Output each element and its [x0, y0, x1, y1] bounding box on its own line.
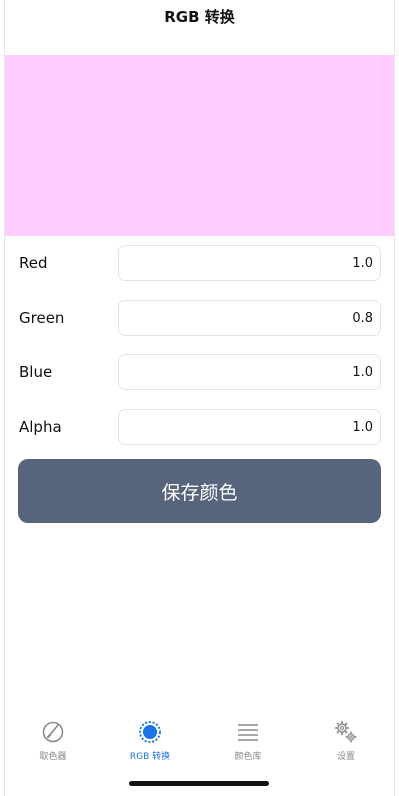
tab-label-settings: 设置 [336, 752, 355, 762]
tab-bar: 取色器 RGB 转换 颜色库 设置 [0, 716, 399, 766]
alpha-input[interactable] [118, 409, 381, 445]
tab-label-color-library: 颜色库 [234, 752, 262, 762]
red-input[interactable] [118, 245, 381, 281]
tab-color-library[interactable]: 颜色库 [213, 716, 283, 766]
tab-label-rgb-convert: RGB 转换 [129, 752, 171, 762]
blue-row: Blue [0, 354, 399, 392]
blue-label: Blue [19, 363, 53, 381]
tab-color-picker[interactable]: 取色器 [18, 716, 88, 766]
eyedropper-icon [42, 721, 64, 743]
red-row: Red [0, 245, 399, 283]
save-color-button[interactable]: 保存颜色 [18, 459, 381, 523]
gear-icon [334, 720, 357, 743]
green-label: Green [19, 309, 65, 327]
tab-label-color-picker: 取色器 [39, 752, 67, 762]
page-title: RGB 转换 [164, 8, 235, 26]
red-label: Red [19, 254, 48, 272]
color-preview [5, 55, 394, 236]
green-input[interactable] [118, 300, 381, 336]
green-row: Green [0, 300, 399, 338]
list-icon [238, 724, 258, 741]
alpha-label: Alpha [19, 418, 62, 436]
tab-settings[interactable]: 设置 [311, 716, 381, 766]
home-indicator [129, 781, 269, 786]
blue-input[interactable] [118, 354, 381, 390]
alpha-row: Alpha [0, 409, 399, 447]
color-circle-icon [139, 721, 161, 743]
tab-rgb-convert[interactable]: RGB 转换 [115, 716, 185, 766]
